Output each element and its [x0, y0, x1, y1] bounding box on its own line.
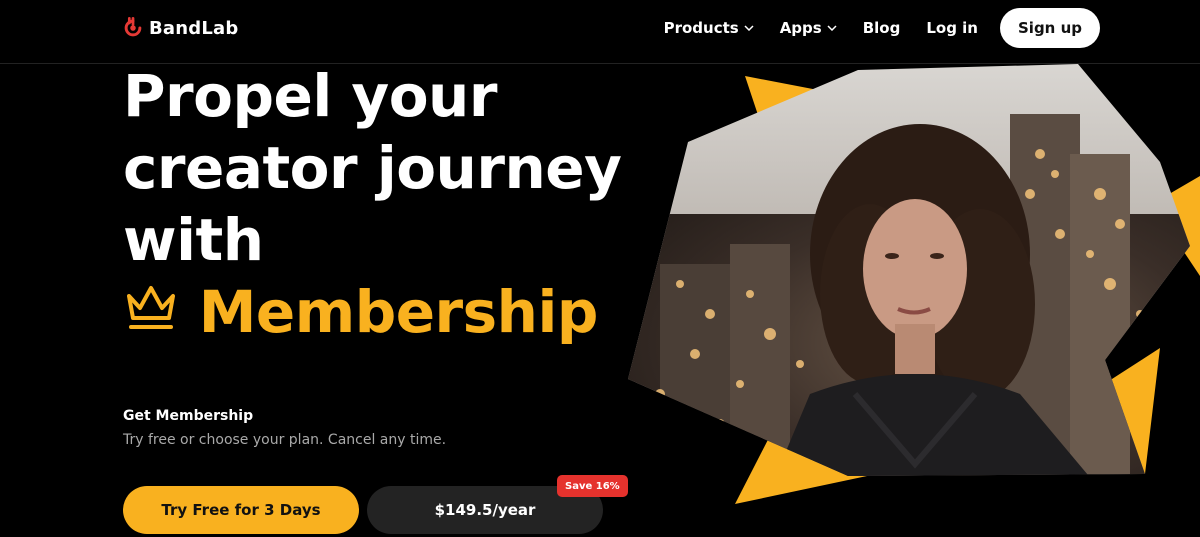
nav-item-apps[interactable]: Apps: [780, 19, 837, 37]
get-membership-subtitle: Try free or choose your plan. Cancel any…: [123, 432, 447, 448]
bandlab-logo-icon: [124, 17, 142, 37]
headline-line: with: [123, 206, 264, 274]
headline-line: creator journey: [123, 134, 622, 202]
nav-item-products[interactable]: Products: [664, 19, 754, 37]
signup-button[interactable]: Sign up: [1000, 8, 1100, 48]
get-membership-title: Get Membership: [123, 408, 254, 424]
brand-logo[interactable]: BandLab: [122, 16, 238, 40]
chevron-down-icon: [827, 25, 837, 31]
headline-line: Propel your: [123, 62, 497, 130]
hero-photo: [628, 64, 1190, 476]
membership-highlight: Membership: [198, 278, 599, 346]
nav-item-label: Blog: [862, 19, 901, 37]
hero-headline: Propel your creator journey with Members…: [123, 60, 683, 348]
nav-item-label: Apps: [779, 19, 822, 37]
top-nav: BandLab Products Apps Blog Log in Sign u…: [0, 0, 1200, 64]
crown-icon: [127, 286, 175, 329]
chevron-down-icon: [744, 25, 754, 31]
hero-photo-collage: [628, 64, 1200, 504]
nav-item-login[interactable]: Log in: [926, 19, 978, 37]
page: BandLab Products Apps Blog Log in Sign u…: [0, 0, 1200, 537]
brand-name: BandLab: [149, 17, 239, 39]
nav-item-blog[interactable]: Blog: [863, 19, 901, 37]
nav-item-label: Log in: [926, 19, 978, 37]
try-free-button[interactable]: Try Free for 3 Days: [123, 486, 359, 534]
membership-line: Membership: [123, 276, 683, 348]
nav-item-label: Products: [663, 19, 739, 37]
nav-links: Products Apps Blog Log in Sign up: [664, 8, 1100, 48]
